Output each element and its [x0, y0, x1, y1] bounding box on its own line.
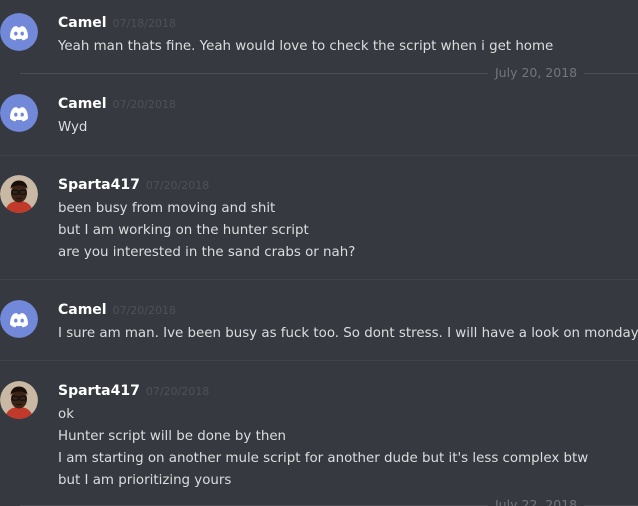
message-line: Yeah man thats fine. Yeah would love to …	[58, 39, 554, 54]
message-divider	[0, 279, 638, 280]
message-content: ok Hunter script will be done by then I …	[58, 404, 588, 492]
message-header: Sparta417 07/20/2018	[58, 381, 209, 401]
message-header: Camel 07/20/2018	[58, 300, 176, 320]
message-timestamp: 07/20/2018	[112, 304, 177, 317]
message-divider	[0, 360, 638, 361]
user-photo-avatar[interactable]	[0, 381, 38, 419]
message-timestamp: 07/20/2018	[145, 385, 210, 398]
date-divider-label: July 20, 2018	[488, 66, 585, 80]
message-header: Camel 07/18/2018	[58, 13, 176, 33]
message-group-sparta417-1: Sparta417 07/20/2018 been busy from movin…	[0, 175, 638, 260]
discord-default-avatar-icon[interactable]	[0, 300, 38, 338]
message-header: Camel 07/20/2018	[58, 94, 176, 114]
author-name[interactable]: Camel	[58, 302, 107, 318]
message-group-camel-1: Camel 07/18/2018 Yeah man thats fine. Yea…	[0, 13, 638, 93]
message-timestamp: 07/20/2018	[145, 179, 210, 192]
author-name[interactable]: Camel	[58, 96, 107, 112]
message-group-sparta417-2: Sparta417 07/20/2018 ok Hunter script wil…	[0, 381, 638, 491]
message-divider	[0, 155, 638, 156]
author-name[interactable]: Sparta417	[58, 383, 140, 399]
message-line: ok	[58, 407, 74, 422]
message-line: Wyd	[58, 120, 88, 135]
message-content: Yeah man thats fine. Yeah would love to …	[58, 36, 553, 58]
date-divider-label: July 22, 2018	[488, 498, 585, 506]
message-line: but I am prioritizing yours	[58, 473, 232, 488]
discord-default-avatar-icon[interactable]	[0, 94, 38, 132]
author-name[interactable]: Sparta417	[58, 177, 140, 193]
message-content: been busy from moving and shit but I am …	[58, 198, 355, 264]
message-line: I sure am man. Ive been busy as fuck too…	[58, 326, 638, 341]
message-line: are you interested in the sand crabs or …	[58, 245, 356, 260]
date-divider: July 22, 2018	[0, 498, 638, 506]
message-line: Hunter script will be done by then	[58, 429, 287, 444]
message-line: been busy from moving and shit	[58, 201, 276, 216]
message-group-camel-3: Camel 07/20/2018 I sure am man. Ive been …	[0, 300, 638, 380]
message-line: but I am working on the hunter script	[58, 223, 309, 238]
chat-messages-pane[interactable]: Camel 07/18/2018 Yeah man thats fine. Yea…	[0, 0, 638, 506]
message-header: Sparta417 07/20/2018	[58, 175, 209, 195]
discord-default-avatar-icon[interactable]	[0, 13, 38, 51]
message-content: I sure am man. Ive been busy as fuck too…	[58, 323, 638, 345]
date-divider: July 20, 2018	[0, 66, 638, 80]
message-line: I am starting on another mule script for…	[58, 451, 589, 466]
message-group-camel-2: Camel 07/20/2018 Wyd	[0, 94, 638, 174]
message-timestamp: 07/20/2018	[112, 98, 177, 111]
author-name[interactable]: Camel	[58, 15, 107, 31]
user-photo-avatar[interactable]	[0, 175, 38, 213]
message-timestamp: 07/18/2018	[112, 17, 177, 30]
message-content: Wyd	[58, 117, 87, 139]
